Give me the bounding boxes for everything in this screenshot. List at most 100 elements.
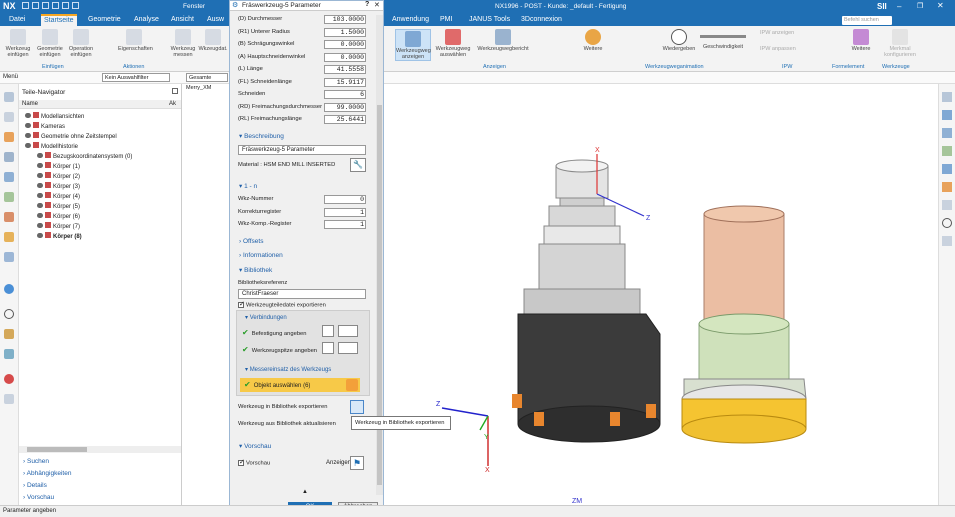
reuse-library-icon[interactable] <box>4 212 14 222</box>
eye-icon[interactable] <box>37 203 43 208</box>
navigator-row[interactable]: Geometrie ohne Zeitstempel <box>25 132 117 140</box>
feature-configure-button[interactable]: Merkmal konfigurieren <box>882 29 918 58</box>
tool-data-button[interactable]: Wkzeugdat. <box>198 29 228 52</box>
parameter-value-input[interactable]: 103.0000 <box>324 15 366 24</box>
palette-icon[interactable] <box>4 329 14 339</box>
tab-geometrie[interactable]: Geometrie <box>85 15 124 24</box>
section-suchen[interactable]: › Suchen <box>23 458 49 465</box>
parameter-value-input[interactable]: 0.0000 <box>324 40 366 49</box>
workpiece[interactable] <box>681 205 807 444</box>
befestigung-row[interactable]: ✔ Befestigung angeben <box>242 328 307 337</box>
parameter-value-input[interactable]: 25.6441 <box>324 115 366 124</box>
list-icon[interactable] <box>942 236 952 246</box>
parameter-value-input[interactable]: 15.9117 <box>324 77 366 87</box>
replay-button[interactable]: Wiedergeben <box>660 29 698 52</box>
navigator-row[interactable]: Körper (3) <box>37 182 80 190</box>
parameter-value-input[interactable]: 41.5558 <box>324 65 366 74</box>
part-navigator-icon[interactable] <box>4 112 14 122</box>
hd3d-icon[interactable] <box>4 252 14 262</box>
tab-analyse[interactable]: Analyse <box>131 15 162 24</box>
snap-icon[interactable] <box>942 146 952 156</box>
navigator-row[interactable]: Körper (1) <box>37 162 80 170</box>
tool-library-icon[interactable] <box>4 232 14 242</box>
eye-icon[interactable] <box>37 233 43 238</box>
tab-anwendung[interactable]: Anwendung <box>389 15 432 24</box>
play-icon[interactable] <box>942 218 952 228</box>
eye-icon[interactable] <box>25 113 31 118</box>
section-messereinsatz[interactable]: ▾ Messereinsatz des Werkzeugs <box>242 366 331 373</box>
layer-icon[interactable] <box>942 164 952 174</box>
selection-filter-dropdown[interactable]: Kein Auswahlfilter <box>102 73 170 82</box>
insert-tool-button[interactable]: Werkzeug einfügen <box>4 29 32 58</box>
process-studio-icon[interactable] <box>4 374 14 384</box>
model-view[interactable]: X Z X Z Y ZM <box>384 94 938 505</box>
hide-icon[interactable] <box>942 200 952 210</box>
select-object-row[interactable]: ✔ Objekt auswählen (6) <box>240 378 360 392</box>
operation-navigator-icon[interactable] <box>4 172 14 182</box>
tool-assembly[interactable] <box>512 159 661 443</box>
toolpath-report-button[interactable]: Werkzeugwegbericht <box>475 29 531 52</box>
tab-ansicht[interactable]: Ansicht <box>168 15 197 24</box>
spitze-row[interactable]: ✔ Werkzeugspitze angeben <box>242 345 317 354</box>
eye-icon[interactable] <box>37 173 43 178</box>
measure-tool-button[interactable]: Werkzeug messen <box>168 29 198 58</box>
eye-icon[interactable] <box>37 223 43 228</box>
column-name[interactable]: Name <box>22 101 38 107</box>
minimize-icon[interactable]: – <box>897 2 901 11</box>
preview-checkbox[interactable] <box>238 458 245 466</box>
navigator-row[interactable]: Körper (7) <box>37 222 80 230</box>
eye-icon[interactable] <box>37 153 43 158</box>
command-search-input[interactable]: Befehl suchen <box>842 16 892 25</box>
eye-icon[interactable] <box>37 183 43 188</box>
section-bibliothek[interactable]: ▾ Bibliothek <box>236 266 272 274</box>
tab-3dconnexion[interactable]: 3Dconnexion <box>518 15 565 24</box>
description-input[interactable]: Fräswerkzeug-5 Parameter <box>238 145 366 155</box>
eye-icon[interactable] <box>25 143 31 148</box>
settings-icon[interactable] <box>4 92 14 102</box>
navigator-row[interactable]: Kameras <box>25 122 65 130</box>
measure-angle-icon[interactable] <box>942 128 952 138</box>
sketch-icon[interactable] <box>942 92 952 102</box>
export-file-checkbox[interactable] <box>238 300 245 308</box>
assembly-navigator-icon[interactable] <box>4 132 14 142</box>
constraint-navigator-icon[interactable] <box>4 152 14 162</box>
color-icon[interactable] <box>942 182 952 192</box>
navigator-row[interactable]: Körper (5) <box>37 202 80 210</box>
number-value-input[interactable]: 1 <box>324 207 366 217</box>
menu-button[interactable]: Menü <box>3 74 18 80</box>
section-vorschau[interactable]: › Vorschau <box>23 494 54 501</box>
befestigung-point-icon[interactable] <box>322 325 334 337</box>
navigator-row[interactable]: Körper (4) <box>37 192 80 200</box>
close-icon[interactable]: ✕ <box>937 1 944 10</box>
section-offsets[interactable]: › Offsets <box>236 238 263 245</box>
show-toolpath-button[interactable]: Werkzeugweg anzeigen <box>395 29 431 61</box>
navigator-row[interactable]: Modellhistorie <box>25 142 78 150</box>
web-browser-icon[interactable] <box>4 284 14 294</box>
ipw-show-button[interactable]: IPW anzeigen <box>760 30 810 36</box>
number-value-input[interactable]: 0 <box>324 195 366 204</box>
tab-janus-tools[interactable]: JANUS Tools <box>466 15 513 24</box>
eye-icon[interactable] <box>25 123 31 128</box>
eye-icon[interactable] <box>37 163 43 168</box>
tab-pmi[interactable]: PMI <box>437 15 455 24</box>
navigator-maximize-icon[interactable] <box>172 88 178 94</box>
export-file-checkbox-row[interactable]: Werkzeugteiledatei exportieren <box>238 300 326 309</box>
number-value-input[interactable]: 1 <box>324 220 366 229</box>
section-verbindungen[interactable]: ▾ Verbindungen <box>242 314 287 321</box>
navigator-row[interactable]: Körper (6) <box>37 212 80 220</box>
dialog-title-bar[interactable]: ⚙ Fräswerkzeug-5 Parameter ? ✕ <box>230 1 383 11</box>
more-button-2[interactable]: Weitere <box>850 29 872 52</box>
insert-geometry-button[interactable]: Geometrie einfügen <box>36 29 64 58</box>
select-object-icon[interactable] <box>346 379 358 391</box>
eye-icon[interactable] <box>25 133 31 138</box>
measure-distance-icon[interactable] <box>942 110 952 120</box>
parameter-value-input[interactable]: 6 <box>324 90 366 99</box>
help-icon[interactable]: ? <box>365 1 369 8</box>
horizontal-scrollbar[interactable] <box>19 446 181 453</box>
preview-checkbox-row[interactable]: Vorschau <box>238 458 270 467</box>
graphics-viewport[interactable]: X Z X Z Y ZM <box>384 94 938 505</box>
parameter-value-input[interactable]: 0.0000 <box>324 52 366 62</box>
section-informationen[interactable]: › Informationen <box>236 252 283 259</box>
section-abhaengigkeiten[interactable]: › Abhängigkeiten <box>23 470 71 477</box>
section-vorschau-dialog[interactable]: ▾ Vorschau <box>236 442 271 450</box>
